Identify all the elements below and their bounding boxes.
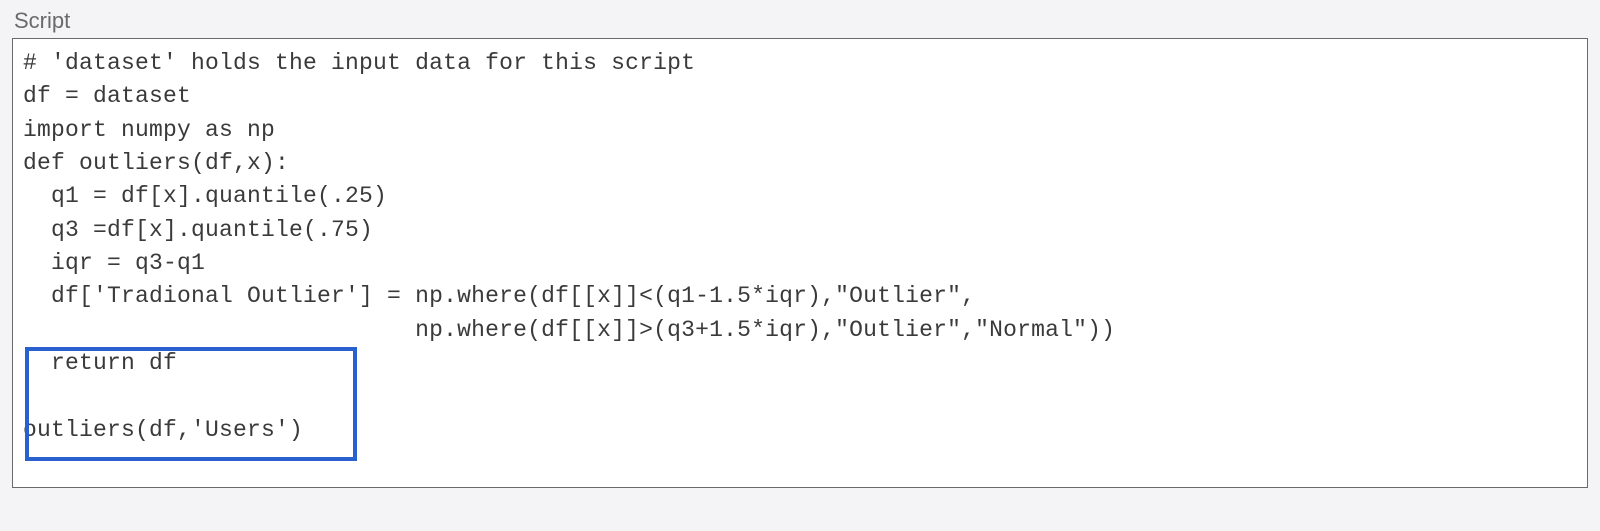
script-editor[interactable]: # 'dataset' holds the input data for thi… [12,38,1588,488]
script-code[interactable]: # 'dataset' holds the input data for thi… [23,47,1577,447]
field-label: Script [14,8,1588,34]
